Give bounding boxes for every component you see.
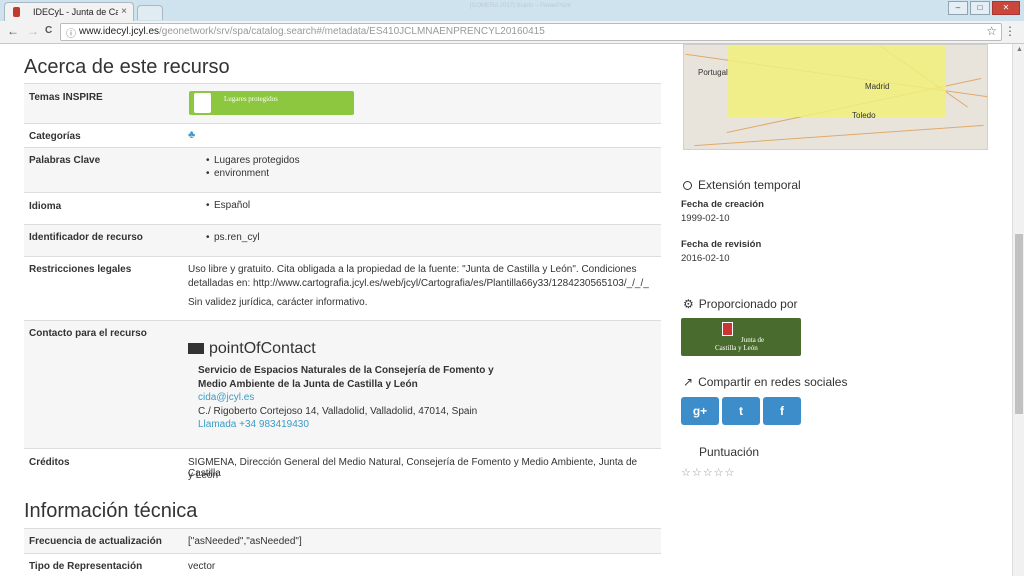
back-icon[interactable]: ← [7,24,19,38]
table-row: Restricciones legales Uso libre y gratui… [24,256,661,320]
contact-org-line2: Medio Ambiente de la Junta de Castilla y… [198,379,418,390]
table-row: Categorías ♣ [24,123,661,147]
jcyl-logo[interactable]: Junta de Castilla y León [681,318,801,356]
tab-title: IDECyL - Junta de Castilla [33,7,118,17]
browser-menu-icon[interactable]: ⋮ [1004,24,1016,38]
table-row: Palabras Clave Lugares protegidos enviro… [24,147,661,192]
contact-org-line1: Servicio de Espacios Naturales de la Con… [198,365,494,376]
revision-date-label: Fecha de revisión [681,239,762,250]
table-row: Tipo de Representación vector [24,553,661,576]
contact-role-text: pointOfContact [209,340,316,357]
google-plus-share-button[interactable]: g+ [681,397,719,425]
tree-icon: ♣ [188,129,196,141]
url-host: www.idecyl.jcyl.es [79,26,160,37]
rating-heading: Puntuación [699,445,760,459]
reload-icon[interactable]: C [45,25,52,36]
map-bounding-box [728,45,946,117]
share-heading-text: Compartir en redes sociales [698,375,848,389]
scroll-up-icon[interactable]: ▲ [1016,46,1023,53]
map-label-portugal: Portugal [698,68,728,77]
background-window-title: [GOMERA 2017] Sujeto – PowerPoint [470,3,571,9]
revision-date-value: 2016-02-10 [681,253,730,264]
favicon-icon [13,7,20,17]
credits-line2: y León [188,470,219,481]
bookmark-star-icon[interactable]: ☆ [986,24,997,38]
creation-date-label: Fecha de creación [681,199,764,210]
tab-strip: IDECyL - Junta de Castilla × [GOMERA 201… [0,0,1024,21]
address-bar[interactable]: ⓘ www.idecyl.jcyl.es/geonetwork/srv/spa/… [60,23,1002,41]
language-label: Idioma [29,201,62,212]
maximize-button[interactable]: □ [970,1,990,15]
map-label-madrid: Madrid [865,82,890,91]
identifier-value: ps.ren_cyl [206,232,260,243]
contact-label: Contacto para el recurso [29,328,147,339]
creation-date-value: 1999-02-10 [681,213,730,224]
provider-heading: ⚙ Proporcionado por [683,297,798,311]
keyword-item: Lugares protegidos [206,155,300,166]
clock-icon [683,181,692,190]
map-road [694,124,984,147]
legal-text-line1: Uso libre y gratuito. Cita obligada a la… [188,264,637,275]
frequency-label: Frecuencia de actualización [29,536,162,547]
forward-icon[interactable]: → [27,24,39,38]
contact-role: pointOfContact [188,340,316,358]
legal-disclaimer: Sin validez jurídica, carácter informati… [188,297,368,308]
identifier-label: Identificador de recurso [29,232,143,243]
coat-of-arms-icon [722,322,733,336]
share-heading: ↗ Compartir en redes sociales [683,375,847,389]
logo-text-line2: Castilla y León [715,344,758,352]
representation-label: Tipo de Representación [29,561,143,572]
contact-address: C./ Rigoberto Cortejoso 14, Valladolid, … [198,406,478,417]
protected-sites-icon [194,93,211,113]
url-path: /geonetwork/srv/spa/catalog.search#/meta… [159,26,545,37]
facebook-share-button[interactable]: f [763,397,801,425]
twitter-share-button[interactable]: t [722,397,760,425]
credits-label: Créditos [29,457,70,468]
info-icon[interactable]: ⓘ [66,25,76,40]
window-controls: – □ ✕ [948,1,1020,15]
frequency-value: ["asNeeded","asNeeded"] [188,536,302,547]
new-tab-button[interactable] [137,5,163,20]
browser-toolbar: ← → C ⓘ www.idecyl.jcyl.es/geonetwork/sr… [0,21,1024,44]
contact-phone-link[interactable]: Llamada +34 983419430 [198,419,309,430]
keyword-item: environment [206,168,269,179]
url-text[interactable]: www.idecyl.jcyl.es/geonetwork/srv/spa/ca… [79,26,545,37]
tab-close-icon[interactable]: × [121,6,127,17]
table-row: Créditos SIGMENA, Dirección General del … [24,448,661,488]
language-value: Español [206,200,250,211]
legal-text-line2: detalladas en: http://www.cartografia.jc… [188,278,649,289]
table-row: Frecuencia de actualización ["asNeeded",… [24,528,661,553]
representation-value: vector [188,561,216,572]
keywords-label: Palabras Clave [29,155,101,166]
share-icon: ↗ [683,375,694,389]
table-row: Contacto para el recurso pointOfContact … [24,320,661,448]
technical-heading: Información técnica [24,500,198,522]
page-scrollbar[interactable]: ▲ [1012,44,1024,576]
inspire-badge-label: Lugares protegidos [224,95,278,103]
logo-text-line1: Junta de [741,336,765,344]
minimize-button[interactable]: – [948,1,968,15]
scrollbar-thumb[interactable] [1015,234,1023,414]
inspire-label: Temas INSPIRE [29,92,103,103]
temporal-heading-text: Extensión temporal [698,178,801,192]
categories-label: Categorías [29,131,81,142]
rating-stars[interactable]: ☆☆☆☆☆ [681,466,735,479]
table-row: Identificador de recurso ps.ren_cyl [24,224,661,256]
legal-label: Restricciones legales [29,264,132,275]
close-window-button[interactable]: ✕ [992,1,1020,15]
resource-heading: Acerca de este recurso [24,56,230,78]
table-row: Idioma Español [24,192,661,224]
inspire-badge[interactable]: Lugares protegidos [189,91,354,115]
provider-heading-text: Proporcionado por [698,297,798,311]
credits-line1: SIGMENA, Dirección General del Medio Nat… [188,457,638,479]
envelope-icon [188,343,204,354]
browser-tab[interactable]: IDECyL - Junta de Castilla × [4,2,134,21]
gear-icon: ⚙ [683,297,694,311]
extent-map[interactable]: Portugal Madrid Toledo [683,44,988,150]
contact-email-link[interactable]: cida@jcyl.es [198,392,254,403]
table-row: Temas INSPIRE Lugares protegidos [24,83,661,123]
temporal-heading: Extensión temporal [683,178,801,192]
map-label-toledo: Toledo [852,111,876,120]
